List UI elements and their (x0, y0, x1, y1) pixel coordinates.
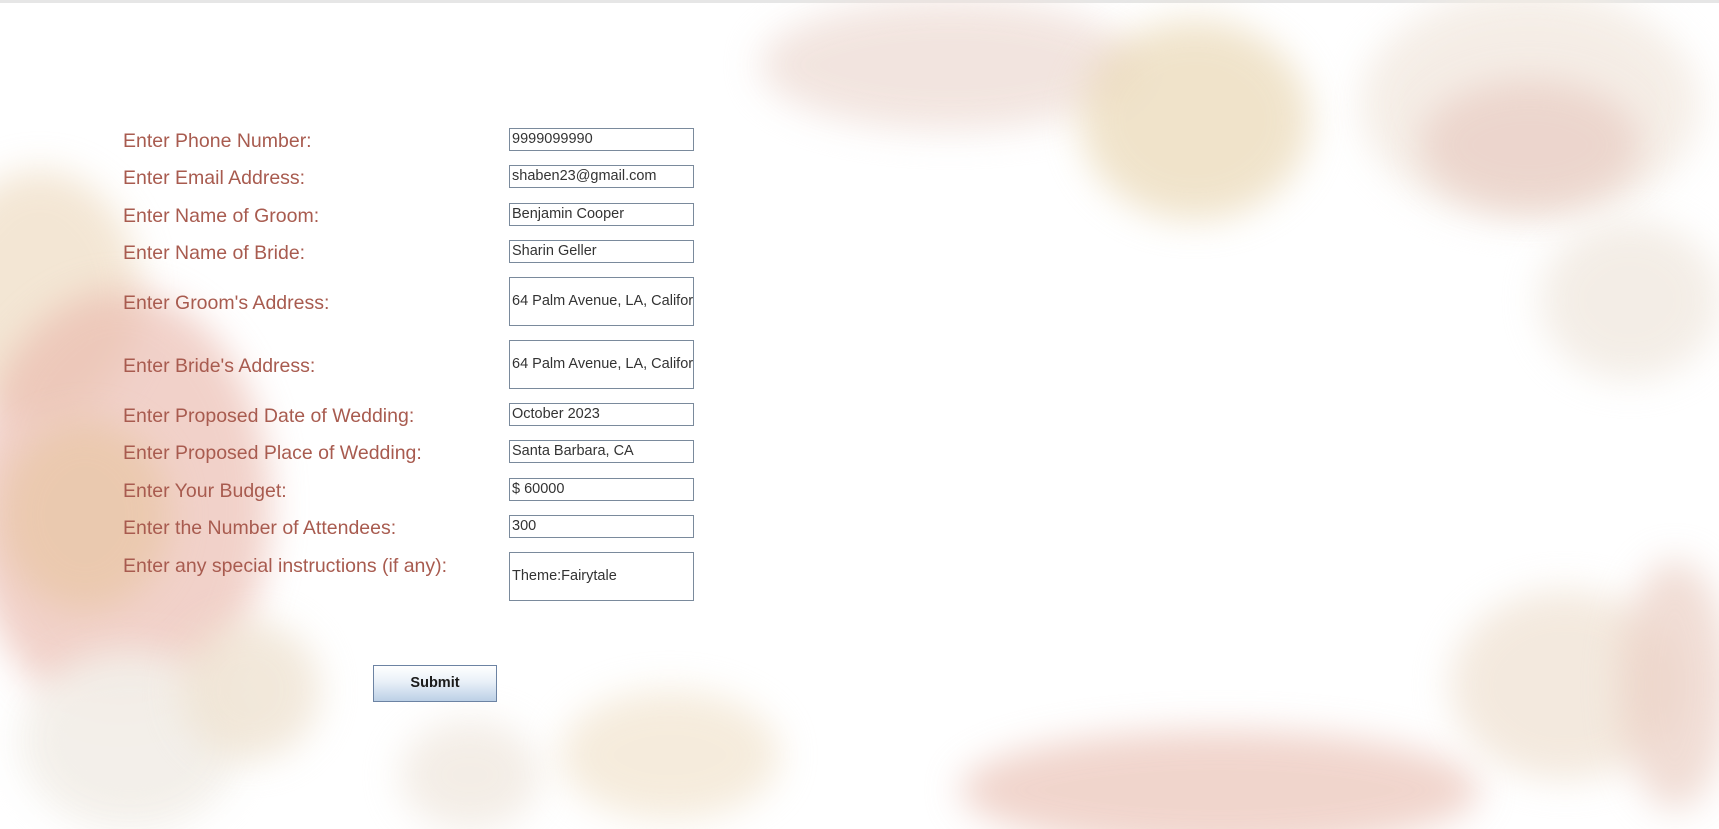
attendees-label: Enter the Number of Attendees: (123, 517, 397, 539)
groom-address-label: Enter Groom's Address: (123, 292, 330, 314)
wedding-date-field[interactable]: October 2023 (509, 403, 694, 426)
submit-button[interactable]: Submit (373, 665, 497, 702)
budget-field[interactable]: $ 60000 (509, 478, 694, 501)
phone-field[interactable]: 9999099990 (509, 128, 694, 151)
groom-name-field[interactable]: Benjamin Cooper (509, 203, 694, 226)
bride-name-label: Enter Name of Bride: (123, 242, 306, 264)
wedding-place-field[interactable]: Santa Barbara, CA (509, 440, 694, 463)
wedding-form-window: Enter Phone Number: Enter Email Address:… (0, 0, 1719, 829)
phone-label: Enter Phone Number: (123, 130, 312, 152)
instructions-label: Enter any special instructions (if any): (123, 555, 448, 577)
email-field[interactable]: shaben23@gmail.com (509, 165, 694, 188)
bride-address-field[interactable]: 64 Palm Avenue, LA, Califor (509, 340, 694, 389)
bride-name-field[interactable]: Sharin Geller (509, 240, 694, 263)
budget-label: Enter Your Budget: (123, 480, 287, 502)
bride-address-label: Enter Bride's Address: (123, 355, 316, 377)
instructions-field[interactable]: Theme:Fairytale (509, 552, 694, 601)
attendees-field[interactable]: 300 (509, 515, 694, 538)
email-label: Enter Email Address: (123, 167, 306, 189)
wedding-place-label: Enter Proposed Place of Wedding: (123, 442, 422, 464)
groom-name-label: Enter Name of Groom: (123, 205, 320, 227)
wedding-date-label: Enter Proposed Date of Wedding: (123, 405, 415, 427)
groom-address-field[interactable]: 64 Palm Avenue, LA, Califor (509, 277, 694, 326)
